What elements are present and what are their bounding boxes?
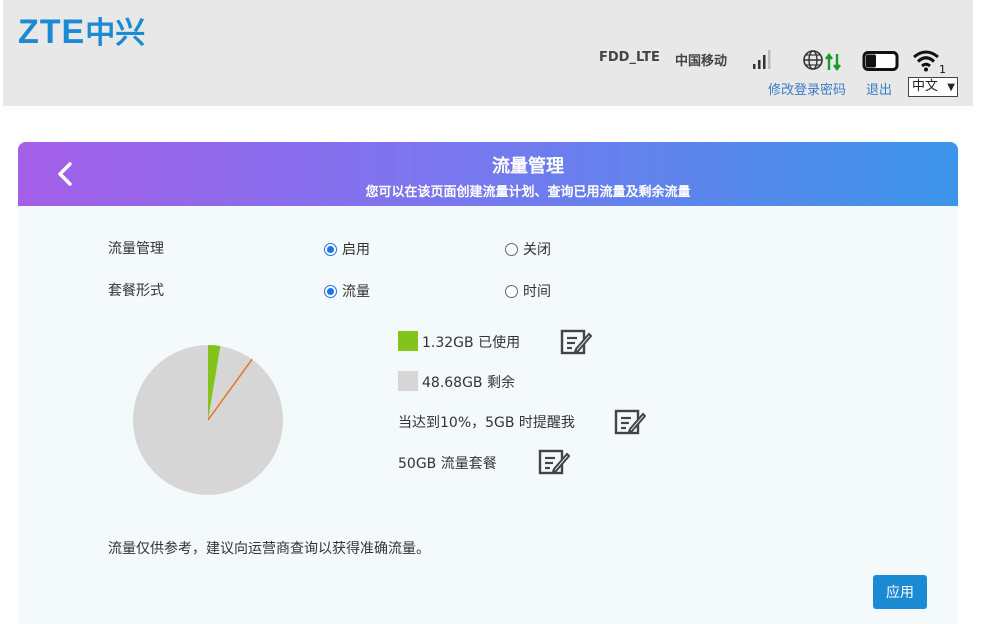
zte-logo: ZTE中兴 xyxy=(18,13,146,51)
remaining-color-swatch xyxy=(398,371,418,391)
plan-data-radio[interactable]: 流量 xyxy=(324,281,370,301)
wifi-client-count: 1 xyxy=(939,63,946,74)
internet-connected-icon xyxy=(803,50,841,71)
wifi-icon: 1 xyxy=(913,50,946,74)
header-links: 修改登录密码 退出 中文 ▼ xyxy=(3,77,973,99)
traffic-enable-radio[interactable]: 启用 xyxy=(324,239,370,259)
edit-used-icon[interactable] xyxy=(560,328,592,356)
radio-selected-icon xyxy=(324,284,337,298)
radio-unselected-icon xyxy=(505,242,518,256)
radio-selected-icon xyxy=(324,242,337,256)
apply-button[interactable]: 应用 xyxy=(873,575,927,609)
language-value: 中文 xyxy=(912,79,939,94)
network-type: FDD_LTE xyxy=(599,50,660,65)
carrier-name: 中国移动 xyxy=(675,54,728,69)
signal-strength-icon xyxy=(753,50,771,69)
alert-threshold-text: 当达到10%，5GB 时提醒我 xyxy=(398,415,575,431)
traffic-disable-radio[interactable]: 关闭 xyxy=(505,239,551,259)
plan-size-text: 50GB 流量套餐 xyxy=(398,456,497,472)
page-subtitle: 您可以在该页面创建流量计划、查询已用流量及剩余流量 xyxy=(365,185,691,200)
page-title: 流量管理 xyxy=(492,156,564,177)
radio-unselected-icon xyxy=(505,284,518,298)
logout-link[interactable]: 退出 xyxy=(866,79,892,98)
traffic-management-panel: 流量管理 您可以在该页面创建流量计划、查询已用流量及剩余流量 流量管理 启用 关… xyxy=(18,142,958,624)
usage-disclaimer: 流量仅供参考，建议向运营商查询以获得准确流量。 xyxy=(108,541,430,557)
top-header: ZTE中兴 FDD_LTE 中国移动 1 修改登录密码 退出 中文 ▼ xyxy=(3,0,973,106)
edit-plan-icon[interactable] xyxy=(538,448,570,476)
language-select[interactable]: 中文 ▼ xyxy=(908,77,958,97)
remaining-amount: 48.68GB 剩余 xyxy=(422,375,515,391)
traffic-management-label: 流量管理 xyxy=(108,241,164,257)
plan-time-radio[interactable]: 时间 xyxy=(505,281,551,301)
used-color-swatch xyxy=(398,331,418,351)
plan-type-label: 套餐形式 xyxy=(108,283,164,299)
usage-pie-chart xyxy=(133,345,283,495)
page-banner: 流量管理 您可以在该页面创建流量计划、查询已用流量及剩余流量 xyxy=(18,142,958,206)
change-password-link[interactable]: 修改登录密码 xyxy=(768,79,846,98)
battery-icon xyxy=(862,51,899,71)
used-amount: 1.32GB 已使用 xyxy=(422,335,521,351)
edit-alert-icon[interactable] xyxy=(614,408,646,436)
chevron-down-icon: ▼ xyxy=(947,82,955,93)
status-bar: FDD_LTE 中国移动 1 xyxy=(3,48,973,74)
